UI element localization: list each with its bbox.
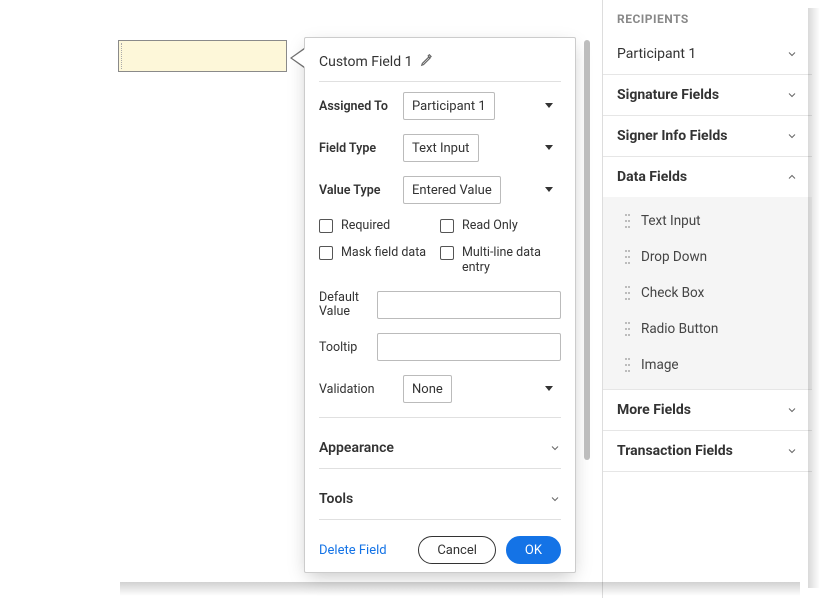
- appearance-section-toggle[interactable]: Appearance: [319, 428, 561, 468]
- signer-info-fields-toggle[interactable]: Signer Info Fields: [603, 116, 812, 156]
- list-item-label: Check Box: [641, 285, 704, 301]
- chevron-down-icon: [786, 89, 798, 101]
- checkbox-label: Multi-line data entry: [462, 245, 561, 275]
- drop-shadow: [120, 582, 800, 596]
- drag-handle-icon: [625, 358, 631, 372]
- default-value-label: Default Value: [319, 291, 369, 319]
- multiline-checkbox[interactable]: Multi-line data entry: [440, 245, 561, 275]
- data-fields-list: Text Input Drop Down Check Box Radio But…: [603, 197, 812, 389]
- value-type-select[interactable]: Entered Value: [403, 176, 501, 204]
- chevron-down-icon: [545, 103, 553, 108]
- validation-select[interactable]: None: [403, 375, 452, 403]
- chevron-down-icon: [549, 442, 561, 454]
- readonly-checkbox[interactable]: Read Only: [440, 218, 561, 233]
- fields-sidebar: RECIPIENTS Participant 1 Signature Field…: [602, 0, 812, 598]
- chevron-down-icon: [549, 493, 561, 505]
- drag-handle-icon: [625, 250, 631, 264]
- checkbox-icon: [319, 219, 333, 233]
- scrollbar-thumb[interactable]: [584, 40, 590, 460]
- checkbox-icon: [440, 219, 454, 233]
- checkbox-label: Required: [341, 218, 390, 233]
- chevron-down-icon: [786, 404, 798, 416]
- field-type-label: Field Type: [319, 141, 395, 156]
- checkbox-icon: [319, 246, 333, 260]
- field-tool-image[interactable]: Image: [603, 347, 812, 383]
- placed-text-field[interactable]: [118, 40, 287, 72]
- chevron-down-icon: [786, 130, 798, 142]
- field-tool-radio-button[interactable]: Radio Button: [603, 311, 812, 347]
- default-value-input[interactable]: [377, 291, 561, 319]
- ok-button[interactable]: OK: [506, 536, 561, 564]
- drag-handle-icon: [625, 286, 631, 300]
- chevron-down-icon: [545, 145, 553, 150]
- checkbox-label: Mask field data: [341, 245, 426, 260]
- field-tool-check-box[interactable]: Check Box: [603, 275, 812, 311]
- edit-name-icon[interactable]: [420, 52, 434, 71]
- divider: [319, 81, 561, 82]
- assigned-to-label: Assigned To: [319, 99, 395, 114]
- chevron-up-icon: [786, 171, 798, 183]
- popover-pointer: [290, 48, 304, 68]
- required-checkbox[interactable]: Required: [319, 218, 440, 233]
- divider: [319, 417, 561, 418]
- chevron-down-icon: [786, 48, 798, 60]
- drop-shadow: [808, 8, 820, 588]
- checkbox-icon: [440, 246, 454, 260]
- field-properties-popover: Custom Field 1 Assigned To Participant 1…: [304, 37, 576, 573]
- field-tool-text-input[interactable]: Text Input: [603, 203, 812, 239]
- cancel-button[interactable]: Cancel: [418, 536, 496, 564]
- more-fields-toggle[interactable]: More Fields: [603, 390, 812, 430]
- list-item-label: Drop Down: [641, 249, 707, 265]
- drag-handle-icon: [625, 322, 631, 336]
- tooltip-input[interactable]: [377, 333, 561, 361]
- drag-handle-icon: [625, 214, 631, 228]
- data-fields-toggle[interactable]: Data Fields: [603, 157, 812, 197]
- chevron-down-icon: [545, 187, 553, 192]
- chevron-down-icon: [545, 386, 553, 391]
- chevron-down-icon: [786, 445, 798, 457]
- checkbox-label: Read Only: [462, 218, 518, 233]
- group-label: Transaction Fields: [617, 443, 733, 459]
- group-label: Signature Fields: [617, 87, 719, 103]
- group-label: Signer Info Fields: [617, 128, 727, 144]
- list-item-label: Radio Button: [641, 321, 718, 337]
- divider: [319, 468, 561, 469]
- recipients-header: RECIPIENTS: [603, 0, 812, 34]
- list-item-label: Image: [641, 357, 679, 373]
- validation-label: Validation: [319, 382, 395, 397]
- recipient-selector[interactable]: Participant 1: [603, 34, 812, 74]
- recipient-selected: Participant 1: [617, 46, 696, 62]
- transaction-fields-toggle[interactable]: Transaction Fields: [603, 431, 812, 471]
- field-tool-drop-down[interactable]: Drop Down: [603, 239, 812, 275]
- popover-title: Custom Field 1: [319, 54, 412, 70]
- list-item-label: Text Input: [641, 213, 701, 229]
- tooltip-label: Tooltip: [319, 340, 369, 355]
- section-label: Appearance: [319, 440, 394, 456]
- mask-data-checkbox[interactable]: Mask field data: [319, 245, 440, 275]
- group-label: Data Fields: [617, 169, 687, 185]
- section-label: Tools: [319, 491, 353, 507]
- value-type-label: Value Type: [319, 183, 395, 198]
- group-label: More Fields: [617, 402, 691, 418]
- assigned-to-select[interactable]: Participant 1: [403, 92, 495, 120]
- signature-fields-toggle[interactable]: Signature Fields: [603, 75, 812, 115]
- field-type-select[interactable]: Text Input: [403, 134, 479, 162]
- divider: [319, 519, 561, 520]
- tools-section-toggle[interactable]: Tools: [319, 479, 561, 519]
- delete-field-button[interactable]: Delete Field: [319, 543, 387, 558]
